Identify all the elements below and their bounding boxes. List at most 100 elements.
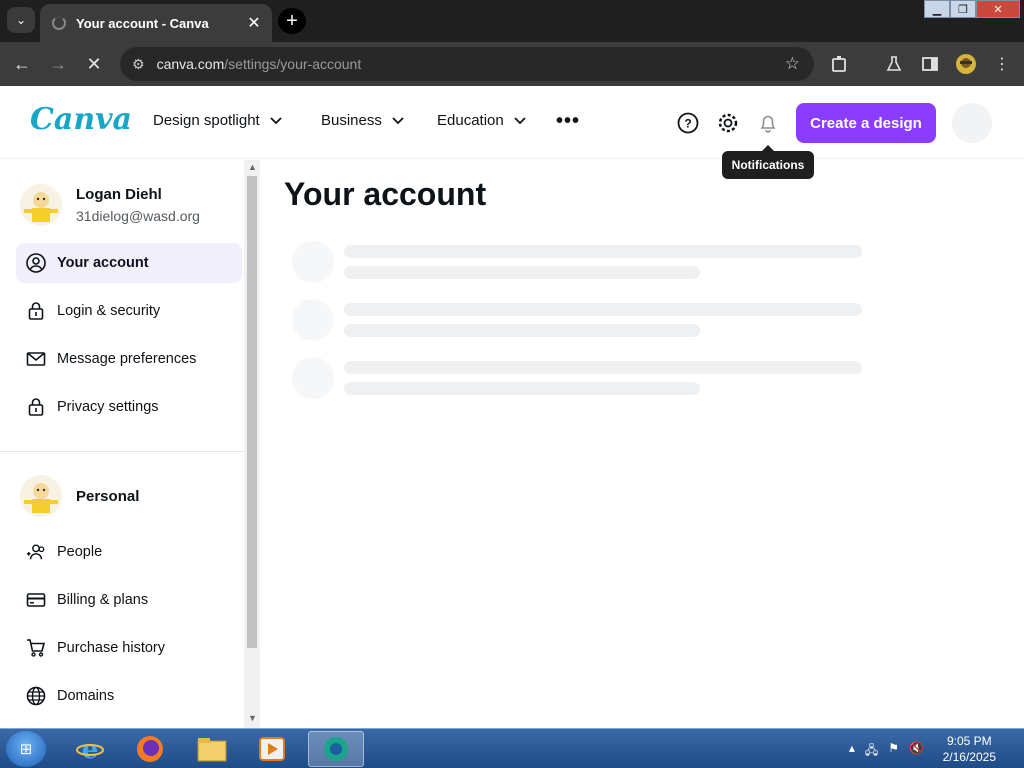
close-window-button[interactable]: ✕ xyxy=(976,0,1020,18)
nav-label: Business xyxy=(321,112,382,129)
create-design-button[interactable]: Create a design xyxy=(796,103,936,143)
avatar xyxy=(20,475,62,517)
minimize-button[interactable]: ▁ xyxy=(924,0,950,18)
labs-flask-icon[interactable] xyxy=(882,52,906,76)
scrollbar-thumb[interactable] xyxy=(247,176,257,648)
bookmark-star-icon[interactable]: ☆ xyxy=(785,54,800,74)
tab-close-icon[interactable]: ✕ xyxy=(244,13,264,33)
svg-text:?: ? xyxy=(684,117,691,131)
taskbar-media-player[interactable] xyxy=(244,731,300,767)
account-avatar-button[interactable] xyxy=(952,103,992,143)
canva-logo[interactable]: Canva xyxy=(30,102,132,137)
address-bar[interactable]: ⚙ canva.com/settings/your-account ☆ xyxy=(120,47,814,81)
sidebar-scrollbar[interactable]: ▲ ▼ xyxy=(244,160,260,728)
profile-avatar-icon[interactable] xyxy=(954,52,978,76)
browser-menu-icon[interactable]: ⋮ xyxy=(990,52,1014,76)
close-icon: ✕ xyxy=(86,53,102,74)
chevron-down-icon xyxy=(392,114,404,128)
scroll-down-icon[interactable]: ▼ xyxy=(248,713,257,723)
sidebar-divider xyxy=(0,451,244,452)
url-host: canva.com xyxy=(156,56,225,72)
start-button[interactable]: ⊞ xyxy=(6,731,46,767)
lock-icon xyxy=(26,301,46,321)
tab-search-button[interactable]: ⌄ xyxy=(7,7,35,33)
settings-gear-icon[interactable] xyxy=(716,111,740,135)
sidebar-item-label: Purchase history xyxy=(57,640,165,656)
loading-skeleton-line xyxy=(344,303,862,316)
nav-education[interactable]: Education xyxy=(437,112,526,129)
nav-business[interactable]: Business xyxy=(321,112,404,129)
arrow-left-icon: ← xyxy=(13,53,31,74)
back-button[interactable]: ← xyxy=(8,50,36,78)
loading-skeleton-line xyxy=(344,324,700,337)
url-path: /settings/your-account xyxy=(224,56,362,72)
action-center-flag-icon[interactable]: ⚑ xyxy=(888,741,899,762)
sidebar-item-privacy-settings[interactable]: Privacy settings xyxy=(16,387,242,427)
team-switcher[interactable]: Personal xyxy=(20,475,139,517)
system-tray: ▴ 🖧 ⚑ 🔇 xyxy=(849,741,924,762)
envelope-icon xyxy=(26,349,46,369)
volume-muted-icon[interactable]: 🔇 xyxy=(909,741,924,762)
window-controls: ▁ ❐ ✕ xyxy=(924,0,1020,18)
browser-tab[interactable]: Your account - Canva ✕ xyxy=(40,4,272,42)
network-icon[interactable]: 🖧 xyxy=(865,741,878,762)
media-player-icon xyxy=(259,737,285,761)
canva-header: Canva Design spotlight Business Educatio… xyxy=(0,86,1024,159)
lock-icon xyxy=(26,397,46,417)
loading-skeleton-avatar xyxy=(292,299,334,341)
people-add-icon xyxy=(26,542,46,562)
svg-text:e: e xyxy=(82,735,99,764)
sidebar-item-message-preferences[interactable]: Message preferences xyxy=(16,339,242,379)
windows-taskbar: ⊞ e ▴ 🖧 ⚑ 🔇 9:05 PM 2/16/2025 xyxy=(0,728,1024,768)
folder-icon xyxy=(197,738,227,762)
taskbar-browser[interactable] xyxy=(308,731,364,767)
sidebar-item-your-account[interactable]: Your account xyxy=(16,243,242,283)
notifications-bell-icon[interactable] xyxy=(756,111,780,135)
sidebar-item-domains[interactable]: Domains xyxy=(16,676,242,716)
loading-spinner-icon xyxy=(52,16,66,30)
sidebar-item-purchase-history[interactable]: Purchase history xyxy=(16,628,242,668)
taskbar-firefox[interactable] xyxy=(122,731,178,767)
globe-icon xyxy=(26,686,46,706)
sidebar-item-billing-plans[interactable]: Billing & plans xyxy=(16,580,242,620)
settings-sidebar: Logan Diehl 31dielog@wasd.org Your accou… xyxy=(0,160,244,728)
side-panel-icon[interactable] xyxy=(918,52,942,76)
clock-date: 2/16/2025 xyxy=(942,750,996,764)
internet-explorer-icon: e xyxy=(76,735,104,764)
nav-label: Education xyxy=(437,112,504,129)
user-email: 31dielog@wasd.org xyxy=(76,208,200,224)
notifications-tooltip: Notifications xyxy=(722,145,814,179)
taskbar-clock[interactable]: 9:05 PM 2/16/2025 xyxy=(943,733,996,765)
site-info-icon[interactable]: ⚙ xyxy=(132,56,145,73)
credit-card-icon xyxy=(26,590,46,610)
loading-skeleton-avatar xyxy=(292,241,334,283)
sidebar-item-label: Your account xyxy=(57,255,149,271)
scroll-up-icon[interactable]: ▲ xyxy=(248,162,257,172)
browser-tab-bar: ⌄ Your account - Canva ✕ + ▁ ❐ ✕ xyxy=(0,0,1024,42)
chevron-down-icon xyxy=(514,114,526,128)
sidebar-item-login-security[interactable]: Login & security xyxy=(16,291,242,331)
sidebar-item-label: Billing & plans xyxy=(57,592,149,608)
sidebar-item-label: Message preferences xyxy=(57,351,197,367)
forward-button[interactable]: → xyxy=(44,50,72,78)
tab-title: Your account - Canva xyxy=(76,15,209,31)
page-title: Your account xyxy=(284,176,487,212)
more-options-icon[interactable]: ••• xyxy=(556,110,580,133)
sidebar-item-label: Login & security xyxy=(57,303,161,319)
new-tab-button[interactable]: + xyxy=(278,8,306,34)
sidebar-item-label: People xyxy=(57,544,103,560)
taskbar-file-explorer[interactable] xyxy=(184,731,240,767)
restore-button[interactable]: ❐ xyxy=(950,0,976,18)
arrow-right-icon: → xyxy=(49,53,67,74)
sidebar-item-label: Privacy settings xyxy=(57,399,159,415)
extensions-icon[interactable] xyxy=(828,52,852,76)
nav-design-spotlight[interactable]: Design spotlight xyxy=(153,112,282,129)
stop-button[interactable]: ✕ xyxy=(80,50,108,78)
loading-skeleton-line xyxy=(344,361,862,374)
tray-expand-icon[interactable]: ▴ xyxy=(849,741,855,762)
help-icon[interactable]: ? xyxy=(676,111,700,135)
sidebar-item-people[interactable]: People xyxy=(16,532,242,572)
taskbar-internet-explorer[interactable]: e xyxy=(62,731,118,767)
cart-icon xyxy=(26,638,46,658)
loading-skeleton-avatar xyxy=(292,357,334,399)
